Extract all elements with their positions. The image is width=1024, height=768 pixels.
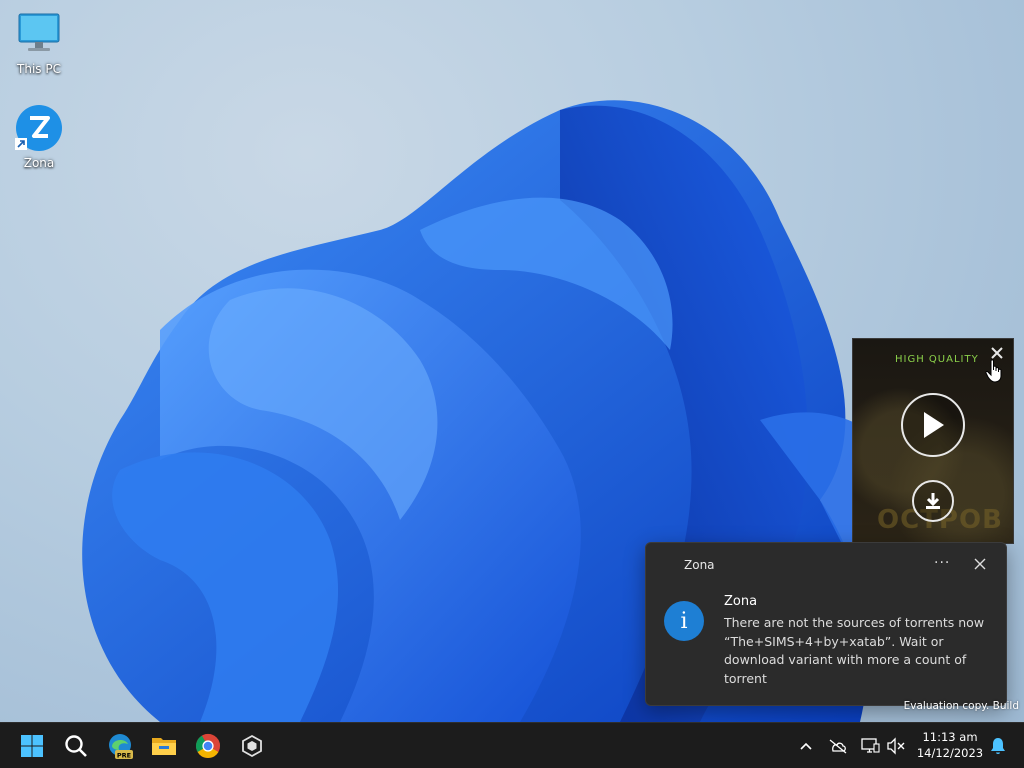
toast-title: Zona bbox=[724, 594, 758, 609]
search-button[interactable] bbox=[58, 728, 94, 764]
start-icon bbox=[21, 735, 43, 757]
toast-more-options-button[interactable]: ··· bbox=[934, 555, 950, 571]
monitor-icon bbox=[15, 10, 63, 58]
taskbar: PRE 11:13 am 14/12/2023 bbox=[0, 722, 1024, 768]
play-button[interactable] bbox=[901, 393, 965, 457]
clock-time: 11:13 am bbox=[922, 730, 978, 744]
close-icon bbox=[974, 558, 986, 570]
system-clock[interactable]: 11:13 am 14/12/2023 bbox=[912, 729, 988, 761]
cloud-offline-icon bbox=[829, 739, 847, 754]
download-button[interactable] bbox=[912, 480, 954, 522]
bell-icon bbox=[991, 738, 1005, 754]
display-button[interactable] bbox=[856, 732, 884, 760]
start-button[interactable] bbox=[14, 728, 50, 764]
search-icon bbox=[65, 735, 87, 757]
show-hidden-icons-button[interactable] bbox=[792, 732, 820, 760]
app-cube-icon bbox=[242, 734, 262, 758]
play-icon bbox=[924, 412, 944, 438]
info-icon: i bbox=[664, 601, 704, 641]
file-explorer-icon bbox=[152, 738, 176, 755]
toast-dismiss-button[interactable] bbox=[974, 555, 990, 571]
close-icon bbox=[991, 347, 1003, 359]
desktop-icon-zona[interactable]: Zona bbox=[4, 104, 74, 170]
zona-app-icon bbox=[15, 104, 63, 152]
chevron-up-icon bbox=[800, 742, 812, 750]
toast-app-name: Zona bbox=[684, 558, 715, 572]
display-icon bbox=[861, 738, 880, 753]
clock-date: 14/12/2023 bbox=[916, 746, 984, 760]
desktop-icon-this-pc[interactable]: This PC bbox=[4, 10, 74, 76]
app-cube-button[interactable] bbox=[234, 728, 270, 764]
network-button[interactable] bbox=[824, 732, 852, 760]
toast-notification[interactable]: Zona ··· i Zona There are not the source… bbox=[645, 542, 1007, 706]
chrome-button[interactable] bbox=[190, 728, 226, 764]
quality-label: HIGH QUALITY bbox=[895, 354, 979, 365]
svg-text:PRE: PRE bbox=[117, 752, 131, 760]
volume-button[interactable] bbox=[882, 732, 910, 760]
chrome-icon bbox=[195, 733, 220, 759]
evaluation-watermark: Evaluation copy. Build bbox=[903, 700, 1019, 712]
notifications-button[interactable] bbox=[984, 732, 1012, 760]
hand-cursor-icon bbox=[985, 359, 1003, 383]
toast-body: There are not the sources of torrents no… bbox=[724, 615, 985, 686]
desktop-icon-label: Zona bbox=[23, 156, 55, 170]
edge-beta-button[interactable]: PRE bbox=[103, 728, 139, 764]
desktop-icon-label: This PC bbox=[17, 62, 61, 76]
download-icon bbox=[926, 493, 940, 509]
file-explorer-button[interactable] bbox=[146, 728, 182, 764]
zona-player-widget: OCTPOB HIGH QUALITY bbox=[852, 338, 1014, 544]
edge-beta-icon: PRE bbox=[109, 734, 133, 760]
volume-muted-icon bbox=[887, 737, 905, 755]
